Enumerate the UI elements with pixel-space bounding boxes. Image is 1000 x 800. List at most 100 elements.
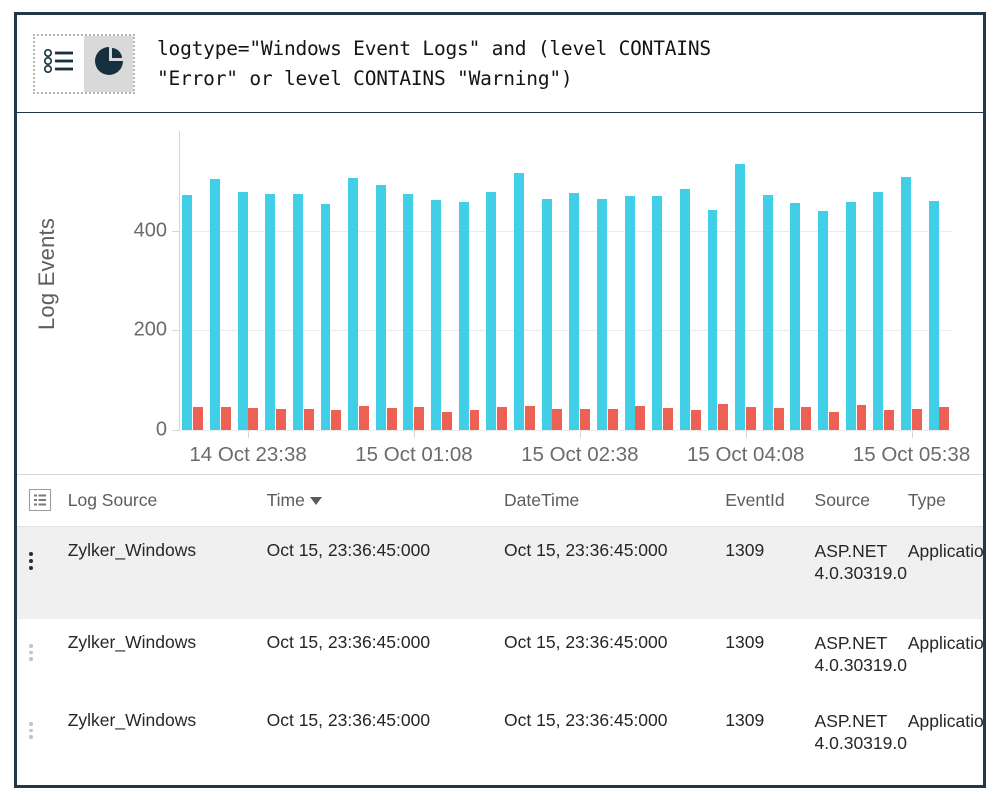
bar-group[interactable] bbox=[735, 131, 757, 430]
bar-error[interactable] bbox=[442, 412, 452, 430]
bar-error[interactable] bbox=[248, 408, 258, 430]
bar-warning[interactable] bbox=[790, 203, 800, 430]
bar-error[interactable] bbox=[497, 407, 507, 430]
bar-warning[interactable] bbox=[210, 179, 220, 430]
bar-warning[interactable] bbox=[569, 193, 579, 430]
row-options-kebab-icon[interactable] bbox=[29, 641, 33, 661]
bar-group[interactable] bbox=[790, 131, 812, 430]
bar-error[interactable] bbox=[884, 410, 894, 430]
row-options-kebab-icon[interactable] bbox=[29, 549, 33, 570]
bar-error[interactable] bbox=[304, 409, 314, 430]
bar-group[interactable] bbox=[901, 131, 923, 430]
bar-group[interactable] bbox=[238, 131, 260, 430]
bar-error[interactable] bbox=[939, 407, 949, 430]
bar-error[interactable] bbox=[912, 409, 922, 430]
bar-error[interactable] bbox=[663, 408, 673, 430]
column-header-datetime[interactable]: DateTime bbox=[504, 475, 725, 527]
bar-warning[interactable] bbox=[265, 194, 275, 430]
bar-warning[interactable] bbox=[486, 192, 496, 430]
bar-group[interactable] bbox=[708, 131, 730, 430]
bar-error[interactable] bbox=[774, 408, 784, 430]
bar-warning[interactable] bbox=[929, 201, 939, 430]
bar-warning[interactable] bbox=[846, 202, 856, 430]
bar-error[interactable] bbox=[746, 407, 756, 430]
visualization-toggle[interactable] bbox=[33, 34, 135, 94]
bar-error[interactable] bbox=[718, 404, 728, 430]
bar-warning[interactable] bbox=[431, 200, 441, 430]
bar-error[interactable] bbox=[857, 405, 867, 430]
pie-chart-toggle-button[interactable] bbox=[84, 36, 133, 92]
bar-group[interactable] bbox=[846, 131, 868, 430]
bar-error[interactable] bbox=[276, 409, 286, 430]
table-row[interactable]: Zylker_WindowsOct 15, 23:36:45:000Oct 15… bbox=[17, 697, 983, 775]
cell-log-source[interactable]: Zylker_Windows bbox=[68, 697, 267, 775]
bar-warning[interactable] bbox=[348, 178, 358, 430]
bar-error[interactable] bbox=[221, 407, 231, 430]
bar-error[interactable] bbox=[829, 412, 839, 430]
bar-warning[interactable] bbox=[238, 192, 248, 430]
column-header-type[interactable]: Type bbox=[908, 475, 983, 527]
cell-log-source[interactable]: Zylker_Windows bbox=[68, 619, 267, 697]
bar-group[interactable] bbox=[542, 131, 564, 430]
bar-warning[interactable] bbox=[652, 196, 662, 430]
bar-warning[interactable] bbox=[403, 194, 413, 430]
bar-warning[interactable] bbox=[680, 189, 690, 430]
bar-error[interactable] bbox=[414, 407, 424, 430]
bar-error[interactable] bbox=[470, 410, 480, 430]
row-options-kebab-icon[interactable] bbox=[29, 719, 33, 739]
bar-error[interactable] bbox=[331, 410, 341, 430]
bar-group[interactable] bbox=[403, 131, 425, 430]
bar-error[interactable] bbox=[580, 409, 590, 430]
bar-group[interactable] bbox=[873, 131, 895, 430]
grid-view-icon[interactable] bbox=[29, 489, 51, 511]
bar-group[interactable] bbox=[293, 131, 315, 430]
bar-group[interactable] bbox=[210, 131, 232, 430]
list-view-toggle-button[interactable] bbox=[35, 36, 84, 92]
bar-group[interactable] bbox=[486, 131, 508, 430]
bar-group[interactable] bbox=[763, 131, 785, 430]
bar-warning[interactable] bbox=[597, 199, 607, 430]
sort-descending-icon[interactable] bbox=[310, 497, 322, 505]
bar-warning[interactable] bbox=[376, 185, 386, 430]
bar-error[interactable] bbox=[387, 408, 397, 430]
bar-error[interactable] bbox=[801, 407, 811, 430]
bar-group[interactable] bbox=[652, 131, 674, 430]
column-header-source[interactable]: Source bbox=[815, 475, 908, 527]
bar-group[interactable] bbox=[348, 131, 370, 430]
table-row[interactable]: Zylker_WindowsOct 15, 23:36:45:000Oct 15… bbox=[17, 527, 983, 619]
bar-warning[interactable] bbox=[818, 211, 828, 430]
bar-warning[interactable] bbox=[625, 196, 635, 430]
column-header-log-source[interactable]: Log Source bbox=[68, 475, 267, 527]
bar-error[interactable] bbox=[691, 410, 701, 430]
bar-group[interactable] bbox=[597, 131, 619, 430]
bar-warning[interactable] bbox=[708, 210, 718, 430]
bar-group[interactable] bbox=[265, 131, 287, 430]
row-menu-cell[interactable] bbox=[17, 619, 68, 697]
bar-group[interactable] bbox=[182, 131, 204, 430]
bar-warning[interactable] bbox=[763, 195, 773, 430]
bar-error[interactable] bbox=[193, 407, 203, 430]
bar-warning[interactable] bbox=[901, 177, 911, 430]
column-header-eventid[interactable]: EventId bbox=[725, 475, 814, 527]
bar-error[interactable] bbox=[552, 409, 562, 430]
bar-warning[interactable] bbox=[735, 164, 745, 430]
row-menu-cell[interactable] bbox=[17, 697, 68, 775]
bar-group[interactable] bbox=[321, 131, 343, 430]
bar-group[interactable] bbox=[929, 131, 951, 430]
row-menu-cell[interactable] bbox=[17, 527, 68, 619]
bar-group[interactable] bbox=[569, 131, 591, 430]
bar-error[interactable] bbox=[525, 406, 535, 430]
cell-log-source[interactable]: Zylker_Windows bbox=[68, 527, 267, 619]
bar-group[interactable] bbox=[376, 131, 398, 430]
bar-warning[interactable] bbox=[542, 199, 552, 430]
bar-warning[interactable] bbox=[873, 192, 883, 430]
bar-group[interactable] bbox=[459, 131, 481, 430]
bar-group[interactable] bbox=[431, 131, 453, 430]
bar-error[interactable] bbox=[359, 406, 369, 430]
bar-warning[interactable] bbox=[514, 173, 524, 430]
bar-group[interactable] bbox=[818, 131, 840, 430]
bar-warning[interactable] bbox=[321, 204, 331, 430]
column-header-grid-icon[interactable] bbox=[17, 475, 68, 527]
bar-group[interactable] bbox=[625, 131, 647, 430]
bar-error[interactable] bbox=[608, 409, 618, 430]
